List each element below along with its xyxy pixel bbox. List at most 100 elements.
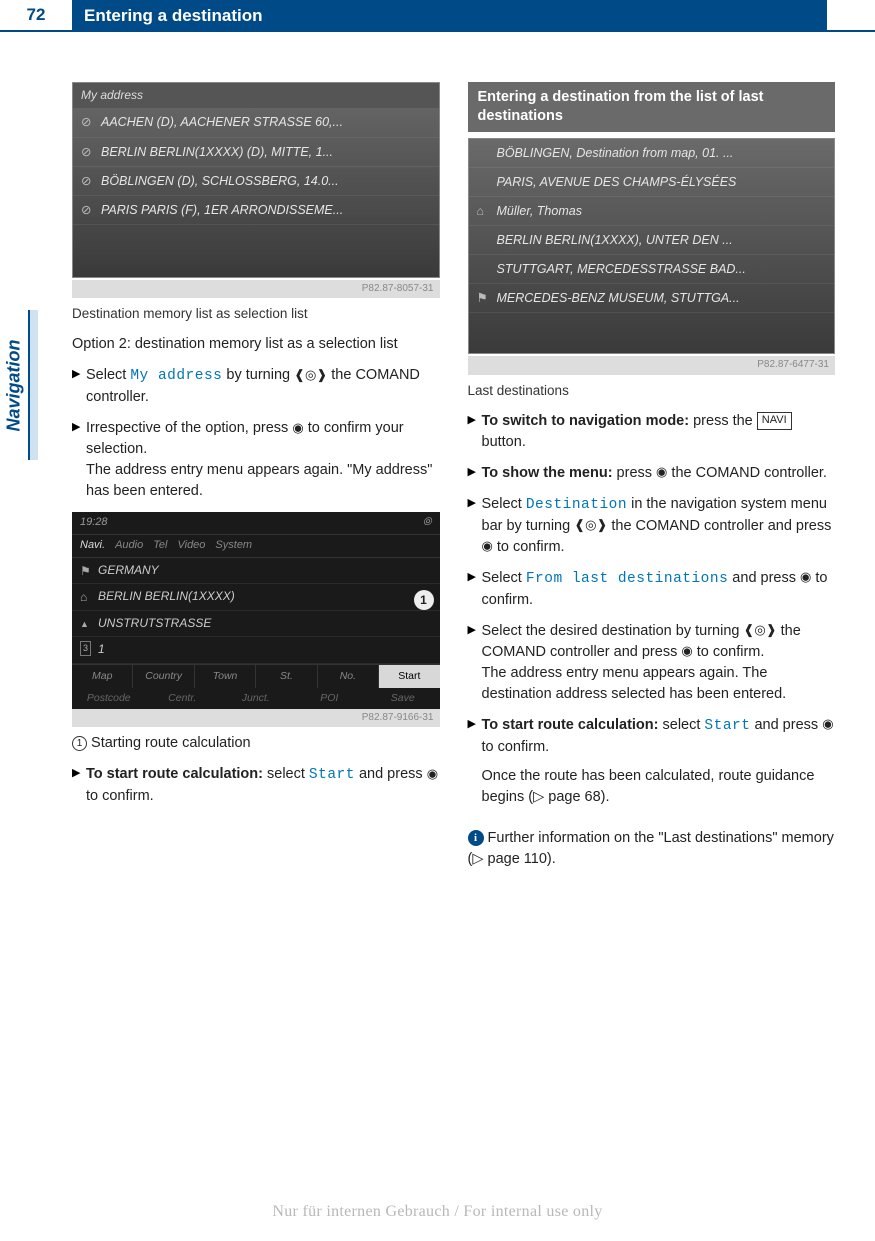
signal-icon: ⦾ [423,515,432,531]
play-icon: ▶ [468,411,482,453]
left-column: My address AACHEN (D), AACHENER STRASSE … [72,82,440,880]
tab: Video [177,538,205,554]
text: Once the route has been calculated, rout… [482,766,836,808]
info-icon: i [468,830,484,846]
text: to confirm. [482,739,550,755]
instruction-step: ▶ Select From last destinations and pres… [468,568,836,611]
press-icon: ◉ [800,568,811,587]
text: Select the desired destination by turnin… [482,623,744,639]
screenshot-memory-list: My address AACHEN (D), AACHENER STRASSE … [72,82,440,278]
text: and press [355,766,427,782]
list-item: MERCEDES-BENZ MUSEUM, STUTTGA... [469,284,835,313]
instruction-step: ▶ To start route calculation: select Sta… [72,764,440,807]
instruction-step: ▶ To show the menu: press ◉ the COMAND c… [468,463,836,484]
play-icon: ▶ [72,764,86,807]
text: Starting route calculation [91,735,251,751]
list-item: BERLIN BERLIN(1XXXX) [72,584,440,610]
text: to confirm. [86,788,154,804]
time-label: 19:28 [80,515,108,531]
caption: Destination memory list as selection lis… [72,304,440,324]
watermark: Nur für internen Gebrauch / For internal… [0,1203,875,1221]
instruction-step: ▶ Select the desired destination by turn… [468,621,836,705]
play-icon: ▶ [468,568,482,611]
text: to confirm. [693,644,765,660]
page-header: 72 Entering a destination [0,0,875,32]
right-column: Entering a destination from the list of … [468,82,836,880]
play-icon: ▶ [72,365,86,408]
nav-bottom-row: Map Country Town St. No. Start [72,664,440,688]
caption: Last destinations [468,381,836,401]
instruction-step: ▶ Select Destination in the navigation s… [468,494,836,558]
list-item: 1 [72,637,440,663]
tab: Audio [115,538,143,554]
list-item: UNSTRUTSTRASSE [72,611,440,637]
image-id: P82.87-8057-31 [72,280,440,299]
nav-topbar: 19:28 ⦾ [72,512,440,535]
text: Further information on the "Last destina… [468,830,834,867]
text: the COMAND controller and press [607,518,831,534]
bold-text: To switch to navigation mode: [482,413,690,429]
text: the COMAND controller. [667,465,827,481]
rotate-icon: ❰◎❱ [574,516,607,535]
press-icon: ◉ [292,419,303,438]
cmd-text: Destination [526,497,627,513]
screenshot-header: My address [73,83,439,108]
play-icon: ▶ [468,715,482,818]
rotate-icon: ❰◎❱ [294,366,327,385]
text: press [613,465,657,481]
text: button. [482,434,526,450]
press-icon: ◉ [822,715,833,734]
navi-button-icon: NAVI [757,412,792,430]
nav-button: Postcode [72,688,146,709]
text: and press [728,570,800,586]
header-gap [827,0,875,32]
side-tab: Navigation [0,310,30,460]
text: The address entry menu appears again. "M… [86,462,432,499]
nav-button: Country [133,665,194,688]
legend: 1 Starting route calculation [72,733,440,754]
list-item: AACHEN (D), AACHENER STRASSE 60,... [73,108,439,137]
image-id: P82.87-9166-31 [72,709,440,728]
text: select [658,717,704,733]
tab: System [215,538,252,554]
bold-text: To start route calculation: [482,717,659,733]
nav-button: Centr. [146,688,220,709]
callout-bubble: 1 [414,590,434,610]
cmd-text: From last destinations [526,571,728,587]
nav-button: St. [256,665,317,688]
text: Select [86,367,130,383]
list-item: GERMANY [72,558,440,584]
text: press the [689,413,757,429]
paragraph: Option 2: destination memory list as a s… [72,334,440,355]
list-item: PARIS, AVENUE DES CHAMPS-ÉLYSÉES [469,168,835,197]
text: The address entry menu appears again. Th… [482,665,787,702]
nav-button: Junct. [219,688,293,709]
tab: Tel [153,538,167,554]
nav-list: GERMANY BERLIN BERLIN(1XXXX) UNSTRUTSTRA… [72,558,440,664]
nav-button: No. [318,665,379,688]
nav-button: Save [366,688,440,709]
press-icon: ◉ [656,463,667,482]
content-area: My address AACHEN (D), AACHENER STRASSE … [0,32,875,880]
press-icon: ◉ [427,765,438,784]
list-item: BÖBLINGEN, Destination from map, 01. ... [469,139,835,168]
text: Irrespective of the option, press [86,420,292,436]
list-item: BERLIN BERLIN(1XXXX) (D), MITTE, 1... [73,138,439,167]
screenshot-nav: 19:28⦾ Navi. Audio Tel Video System GERM… [72,512,440,709]
cmd-text: My address [130,368,222,384]
instruction-step: ▶ To switch to navigation mode: press th… [468,411,836,453]
play-icon: ▶ [468,621,482,705]
list-item: BÖBLINGEN (D), SCHLOSSBERG, 14.0... [73,167,439,196]
instruction-step: ▶ To start route calculation: select Sta… [468,715,836,818]
bold-text: To start route calculation: [86,766,263,782]
text: and press [750,717,822,733]
play-icon: ▶ [468,463,482,484]
image-id: P82.87-6477-31 [468,356,836,375]
page-title: Entering a destination [72,0,827,32]
info-note: i Further information on the "Last desti… [468,828,836,870]
list-item: BERLIN BERLIN(1XXXX), UNTER DEN ... [469,226,835,255]
text: select [263,766,309,782]
circled-one-icon: 1 [72,736,87,751]
screenshot-last-destinations: BÖBLINGEN, Destination from map, 01. ...… [468,138,836,355]
cmd-text: Start [704,718,750,734]
